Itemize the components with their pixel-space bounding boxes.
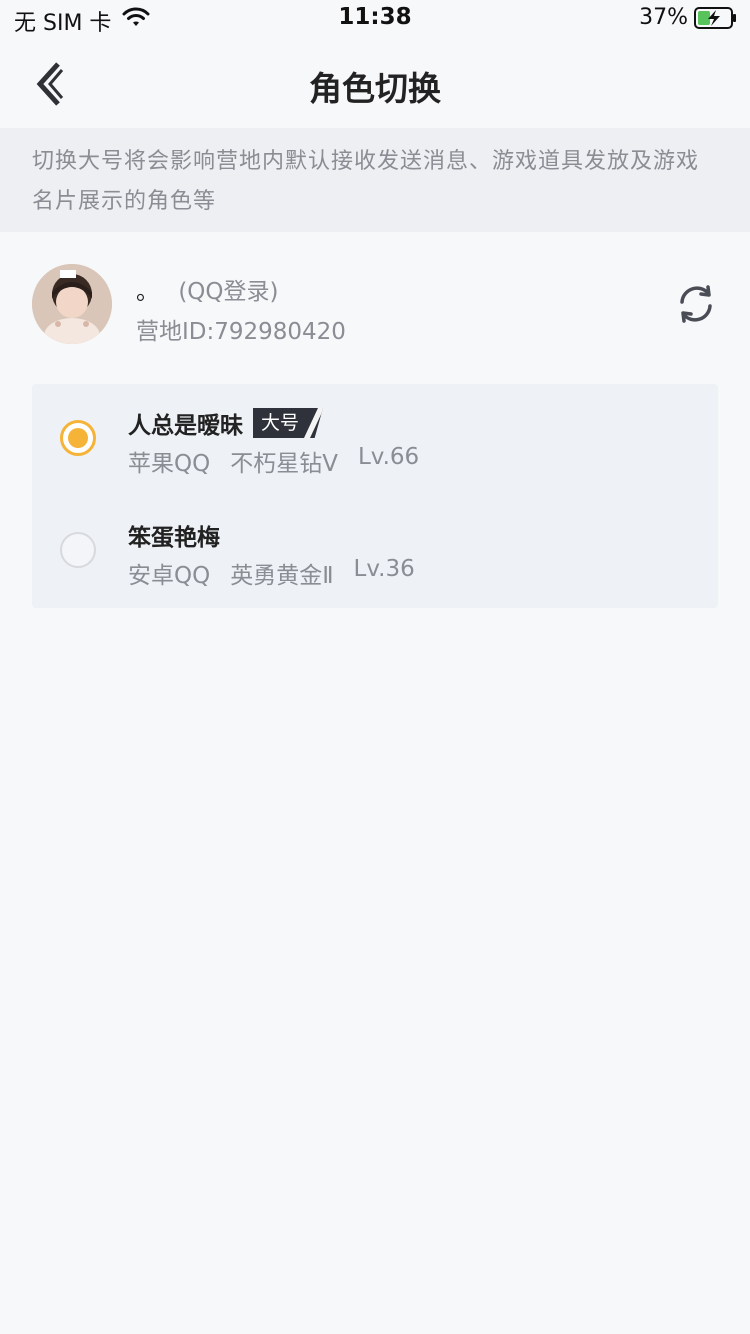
notice-banner: 切换大号将会影响营地内默认接收发送消息、游戏道具发放及游戏名片展示的角色等 <box>0 128 750 232</box>
radio-selected-icon[interactable] <box>60 420 96 456</box>
status-time: 11:38 <box>338 4 412 30</box>
account-name: 。 <box>136 279 159 305</box>
camp-id: 营地ID:792980420 <box>136 319 346 345</box>
battery-icon <box>694 6 736 29</box>
role-meta: 安卓QQ 英勇黄金Ⅱ Lv.36 <box>128 556 415 590</box>
page-title: 角色切换 <box>309 69 441 108</box>
role-list: 人总是暧昧 大号 苹果QQ 不朽星钻Ⅴ Lv.66 笨蛋艳梅 安卓QQ 英勇黄金… <box>32 384 718 608</box>
badge-slash-icon <box>304 408 324 438</box>
role-name: 笨蛋艳梅 <box>128 525 220 551</box>
status-bar: 无 SIM 卡 11:38 37% <box>0 0 750 40</box>
nav-bar: 角色切换 <box>0 40 750 128</box>
avatar <box>32 264 112 344</box>
battery-percent: 37% <box>639 5 688 30</box>
role-rank: 不朽星钻Ⅴ <box>230 451 338 477</box>
role-platform: 安卓QQ <box>128 563 211 589</box>
notice-text: 切换大号将会影响营地内默认接收发送消息、游戏道具发放及游戏名片展示的角色等 <box>32 149 700 214</box>
account-section: 。 (QQ登录) 营地ID:792980420 <box>32 264 718 345</box>
main-account-badge: 大号 <box>253 408 324 438</box>
role-name-row: 人总是暧昧 大号 <box>128 406 324 440</box>
role-platform: 苹果QQ <box>128 451 211 477</box>
role-level: Lv.36 <box>353 556 415 582</box>
account-name-row: 。 (QQ登录) <box>136 272 278 306</box>
role-level: Lv.66 <box>357 444 420 470</box>
refresh-icon[interactable] <box>674 282 718 326</box>
login-type: (QQ登录) <box>178 279 279 305</box>
role-rank: 英勇黄金Ⅱ <box>230 563 334 589</box>
role-item[interactable]: 笨蛋艳梅 安卓QQ 英勇黄金Ⅱ Lv.36 <box>32 496 718 608</box>
role-meta: 苹果QQ 不朽星钻Ⅴ Lv.66 <box>128 444 419 478</box>
role-name-row: 笨蛋艳梅 <box>128 518 220 552</box>
role-item[interactable]: 人总是暧昧 大号 苹果QQ 不朽星钻Ⅴ Lv.66 <box>32 384 718 496</box>
main-account-badge-label: 大号 <box>261 412 300 434</box>
status-right: 37% <box>639 5 736 30</box>
role-name: 人总是暧昧 <box>128 413 243 439</box>
radio-unselected-icon[interactable] <box>60 532 96 568</box>
